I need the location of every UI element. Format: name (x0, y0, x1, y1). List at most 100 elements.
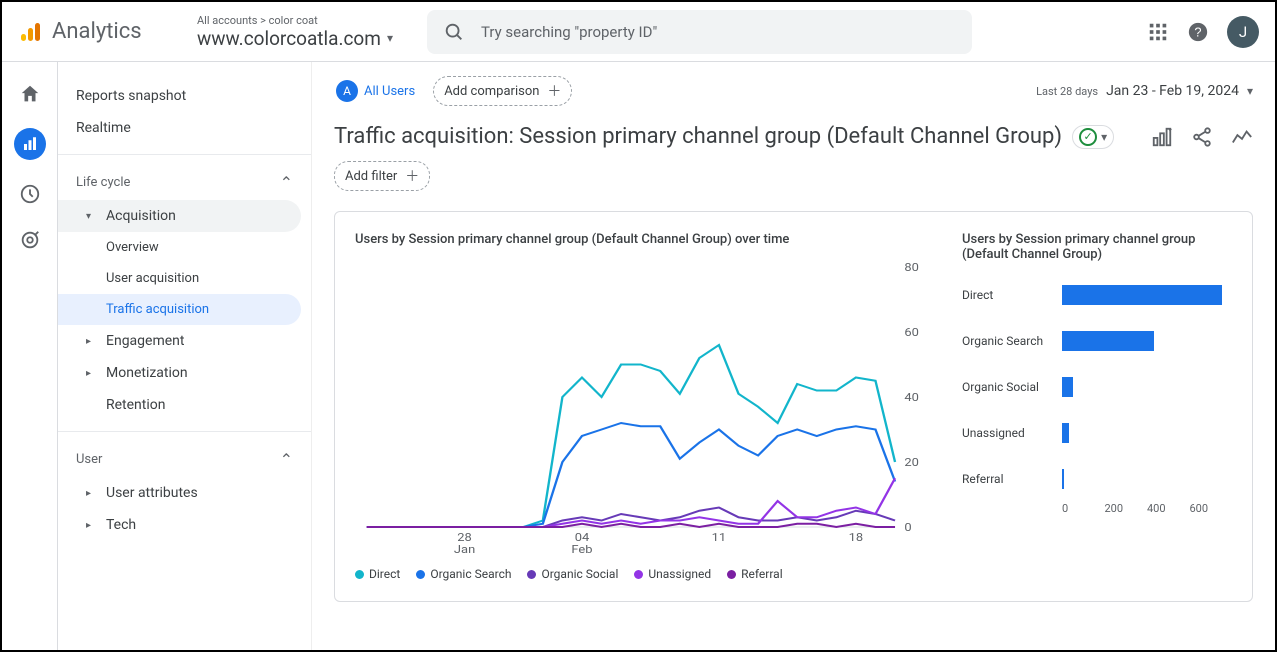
account-avatar[interactable]: J (1227, 16, 1259, 48)
bar-chart-title: Users by Session primary channel group (… (962, 232, 1232, 262)
bar-fill (1062, 331, 1154, 351)
bar-row: Unassigned (962, 410, 1232, 456)
legend-dot-icon (634, 570, 643, 579)
bar-label: Direct (962, 288, 1062, 302)
check-circle-icon: ✓ (1079, 128, 1097, 146)
sidebar-item-user-attributes[interactable]: ▸User attributes (58, 477, 311, 509)
apps-icon[interactable] (1147, 21, 1169, 43)
legend-item[interactable]: Unassigned (634, 567, 711, 581)
bar-row: Referral (962, 456, 1232, 502)
header: Analytics All accounts > color coat www.… (2, 2, 1275, 62)
report-nav-sidebar: Reports snapshot Realtime Life cycle ⌃ ▾… (58, 62, 312, 650)
bar-chart: Direct Organic Search Organic Social Unassi… (962, 272, 1232, 502)
bar-fill (1062, 423, 1069, 443)
legend-item[interactable]: Referral (727, 567, 783, 581)
bar-track (1062, 373, 1232, 401)
svg-text:0: 0 (904, 521, 912, 534)
customize-report-icon[interactable] (1151, 126, 1173, 148)
chevron-up-icon: ⌃ (280, 450, 293, 469)
bar-row: Organic Social (962, 364, 1232, 410)
search-placeholder: Try searching "property ID" (481, 23, 657, 41)
page-title: Traffic acquisition: Session primary cha… (334, 124, 1062, 149)
chevron-up-icon: ⌃ (280, 173, 293, 192)
caret-right-icon: ▸ (86, 520, 96, 531)
caret-down-icon: ▾ (1101, 130, 1107, 144)
sidebar-reports-snapshot[interactable]: Reports snapshot (58, 80, 311, 112)
data-quality-chip[interactable]: ✓ ▾ (1072, 125, 1114, 149)
svg-text:18: 18 (849, 531, 864, 544)
bar-label: Referral (962, 472, 1062, 486)
bar-label: Unassigned (962, 426, 1062, 440)
product-name: Analytics (52, 19, 142, 44)
header-actions: ? J (1147, 16, 1259, 48)
legend-item[interactable]: Organic Search (416, 567, 511, 581)
search-icon (443, 21, 465, 43)
svg-text:28: 28 (457, 531, 472, 544)
main-content: A All Users Add comparison ＋ Last 28 day… (312, 62, 1275, 650)
sidebar-item-monetization[interactable]: ▸Monetization (58, 357, 311, 389)
sidebar-sub-user-acquisition[interactable]: User acquisition (58, 263, 311, 294)
line-chart-title: Users by Session primary channel group (… (355, 232, 942, 247)
svg-text:60: 60 (904, 326, 919, 339)
date-range-picker[interactable]: Last 28 days Jan 23 - Feb 19, 2024 ▾ (1036, 83, 1253, 99)
bar-fill (1062, 377, 1073, 397)
sidebar-sub-overview[interactable]: Overview (58, 232, 311, 263)
bar-chart-axis: 0200400600 (962, 502, 1232, 515)
bar-track (1062, 465, 1232, 493)
share-icon[interactable] (1191, 126, 1213, 148)
breadcrumb-path: All accounts > color coat (197, 14, 403, 27)
sidebar-section-life-cycle[interactable]: Life cycle ⌃ (58, 165, 311, 200)
legend-item[interactable]: Organic Social (527, 567, 618, 581)
bar-row: Organic Search (962, 318, 1232, 364)
bar-track (1062, 419, 1232, 447)
help-icon[interactable]: ? (1187, 21, 1209, 43)
svg-text:Jan: Jan (454, 543, 475, 556)
svg-text:?: ? (1194, 24, 1201, 39)
add-filter-button[interactable]: Add filter ＋ (334, 161, 430, 191)
nav-rail (2, 62, 58, 650)
sidebar-realtime[interactable]: Realtime (58, 112, 311, 144)
sidebar-section-user[interactable]: User ⌃ (58, 442, 311, 477)
legend-item[interactable]: Direct (355, 567, 400, 581)
svg-text:04: 04 (575, 531, 590, 544)
plus-icon: ＋ (547, 81, 561, 101)
property-selector[interactable]: All accounts > color coat www.colorcoatl… (185, 14, 415, 50)
axis-tick: 0 (1062, 502, 1105, 515)
axis-tick: 600 (1190, 502, 1233, 515)
sidebar-sub-traffic-acquisition[interactable]: Traffic acquisition (58, 294, 301, 325)
sidebar-item-tech[interactable]: ▸Tech (58, 509, 311, 541)
sidebar-item-retention[interactable]: ▸Retention (58, 389, 311, 421)
caret-down-icon: ▾ (387, 31, 393, 45)
logo-block: Analytics (18, 19, 173, 44)
line-chart-legend: Direct Organic Search Organic Social Unassi… (355, 567, 942, 581)
plus-icon: ＋ (405, 166, 419, 186)
legend-dot-icon (355, 570, 364, 579)
axis-tick: 200 (1105, 502, 1148, 515)
svg-text:80: 80 (904, 261, 919, 274)
bar-track (1062, 327, 1232, 355)
insights-icon[interactable] (1231, 126, 1253, 148)
line-chart: 02040608028Jan04Feb1118 (355, 257, 942, 557)
bar-label: Organic Search (962, 334, 1062, 348)
explore-icon[interactable] (18, 182, 42, 206)
add-comparison-button[interactable]: Add comparison ＋ (433, 76, 572, 106)
search-bar[interactable]: Try searching "property ID" (427, 10, 972, 54)
reports-icon[interactable] (14, 128, 46, 160)
svg-text:Feb: Feb (571, 543, 592, 556)
home-icon[interactable] (18, 82, 42, 106)
bar-label: Organic Social (962, 380, 1062, 394)
bar-track (1062, 281, 1232, 309)
property-name: www.colorcoatla.com (197, 27, 381, 50)
sidebar-item-engagement[interactable]: ▸Engagement (58, 325, 311, 357)
segment-all-users[interactable]: A All Users (334, 78, 423, 104)
sidebar-item-acquisition[interactable]: ▾ Acquisition (58, 200, 301, 232)
caret-right-icon: ▸ (86, 488, 96, 499)
bar-fill (1062, 469, 1064, 489)
caret-right-icon: ▸ (86, 336, 96, 347)
svg-text:40: 40 (904, 391, 919, 404)
caret-down-icon: ▾ (86, 211, 96, 222)
analytics-logo-icon (18, 20, 42, 44)
advertising-icon[interactable] (18, 228, 42, 252)
svg-text:11: 11 (712, 531, 727, 544)
legend-dot-icon (416, 570, 425, 579)
